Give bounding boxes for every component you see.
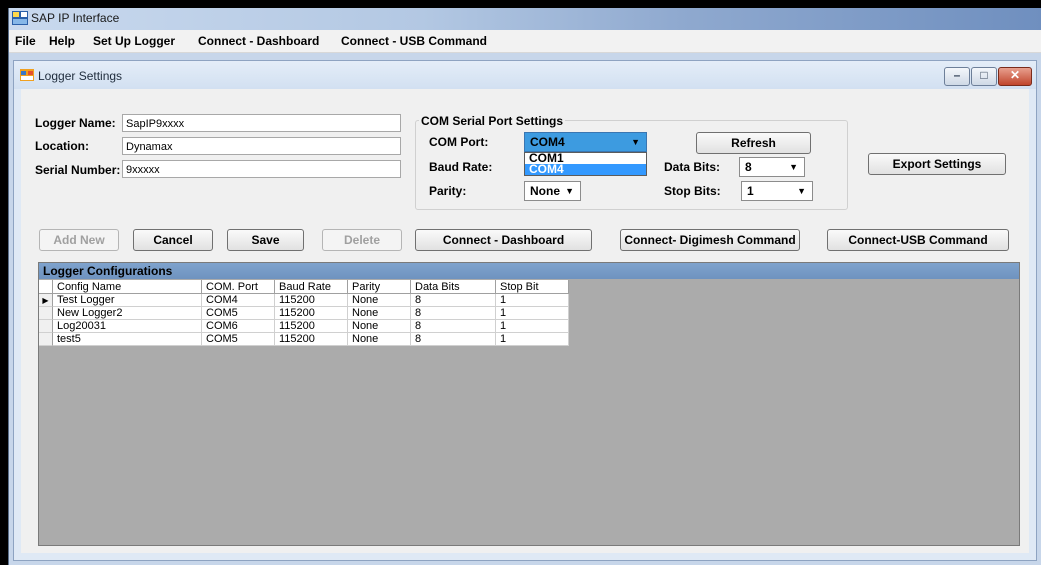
table-cell[interactable]: 115200 (275, 320, 348, 333)
data-bits-select[interactable]: 8 ▼ (739, 157, 805, 177)
maximize-icon: □ (980, 68, 988, 82)
column-header[interactable]: Data Bits (411, 280, 496, 294)
app-window-icon (12, 11, 28, 25)
menu-set-up-logger[interactable]: Set Up Logger (93, 34, 175, 48)
refresh-button[interactable]: Refresh (696, 132, 811, 154)
com-port-option-selected[interactable]: COM4 (525, 163, 646, 175)
table-cell[interactable]: 8 (411, 307, 496, 320)
column-header[interactable]: COM. Port (202, 280, 275, 294)
table-cell[interactable]: None (348, 294, 411, 307)
table-cell[interactable]: New Logger2 (53, 307, 202, 320)
delete-button[interactable]: Delete (322, 229, 402, 251)
table-cell[interactable]: COM5 (202, 307, 275, 320)
menu-connect-dashboard[interactable]: Connect - Dashboard (198, 34, 319, 48)
connect-digimesh-button[interactable]: Connect- Digimesh Command (620, 229, 800, 251)
close-icon: ✕ (1009, 68, 1021, 82)
table-cell[interactable]: test5 (53, 333, 202, 346)
table-cell[interactable]: 115200 (275, 333, 348, 346)
table-cell[interactable]: 8 (411, 294, 496, 307)
cancel-button[interactable]: Cancel (133, 229, 213, 251)
child-window-title: Logger Settings (38, 69, 123, 83)
location-field[interactable]: Dynamax (122, 137, 401, 155)
add-new-button[interactable]: Add New (39, 229, 119, 251)
form-icon (20, 69, 34, 81)
table-cell[interactable]: 1 (496, 294, 569, 307)
data-bits-value: 8 (745, 160, 752, 174)
com-port-dropdown-list: COM1 COM4 (524, 152, 647, 176)
grid-caption: Logger Configurations (39, 263, 1019, 279)
logger-settings-titlebar[interactable]: Logger Settings – □ ✕ (14, 61, 1036, 89)
row-header[interactable] (39, 307, 53, 320)
parity-value: None (530, 184, 560, 198)
logger-name-label: Logger Name: (35, 116, 116, 130)
app-titlebar[interactable]: SAP IP Interface (9, 8, 1041, 30)
menu-file[interactable]: File (15, 34, 36, 48)
column-header[interactable]: Config Name (53, 280, 202, 294)
row-header[interactable] (39, 333, 53, 346)
location-label: Location: (35, 139, 89, 153)
stop-bits-value: 1 (747, 184, 754, 198)
export-settings-button[interactable]: Export Settings (868, 153, 1006, 175)
chevron-down-icon: ▼ (565, 186, 574, 196)
table-cell[interactable]: None (348, 333, 411, 346)
chevron-down-icon: ▼ (631, 137, 640, 147)
table-cell[interactable]: 8 (411, 320, 496, 333)
table-cell[interactable]: 8 (411, 333, 496, 346)
com-port-select[interactable]: COM4 ▼ (524, 132, 647, 152)
menu-connect-usb-command[interactable]: Connect - USB Command (341, 34, 487, 48)
chevron-down-icon: ▼ (789, 162, 798, 172)
com-port-label: COM Port: (429, 135, 489, 149)
row-header[interactable] (39, 320, 53, 333)
table-cell[interactable]: 115200 (275, 294, 348, 307)
table-cell[interactable]: Test Logger (53, 294, 202, 307)
close-button[interactable]: ✕ (998, 67, 1032, 86)
save-button[interactable]: Save (227, 229, 304, 251)
table-cell[interactable]: COM6 (202, 320, 275, 333)
baud-rate-label: Baud Rate: (429, 160, 493, 174)
table-cell[interactable]: Log20031 (53, 320, 202, 333)
table-cell[interactable]: 1 (496, 320, 569, 333)
app-title: SAP IP Interface (31, 11, 120, 25)
table-cell[interactable]: COM4 (202, 294, 275, 307)
data-bits-label: Data Bits: (664, 160, 721, 174)
stop-bits-select[interactable]: 1 ▼ (741, 181, 813, 201)
chevron-down-icon: ▼ (797, 186, 806, 196)
table-cell[interactable]: 1 (496, 307, 569, 320)
minimize-button[interactable]: – (944, 67, 970, 86)
table-cell[interactable]: COM5 (202, 333, 275, 346)
logger-name-field[interactable]: SapIP9xxxx (122, 114, 401, 132)
serial-number-label: Serial Number: (35, 163, 121, 177)
parity-select[interactable]: None ▼ (524, 181, 581, 201)
menu-help[interactable]: Help (49, 34, 75, 48)
table-cell[interactable]: None (348, 320, 411, 333)
grid-corner-header (39, 280, 53, 294)
column-header[interactable]: Baud Rate (275, 280, 348, 294)
maximize-button[interactable]: □ (971, 67, 997, 86)
minimize-icon: – (953, 68, 961, 82)
menu-bar: File Help Set Up Logger Connect - Dashbo… (9, 30, 1041, 53)
com-port-value: COM4 (530, 135, 565, 149)
column-header[interactable]: Parity (348, 280, 411, 294)
table-cell[interactable]: 115200 (275, 307, 348, 320)
com-group-title: COM Serial Port Settings (419, 114, 566, 128)
parity-label: Parity: (429, 184, 467, 198)
connect-dashboard-button[interactable]: Connect - Dashboard (415, 229, 592, 251)
serial-number-field[interactable]: 9xxxxx (122, 160, 401, 178)
column-header[interactable]: Stop Bit (496, 280, 569, 294)
table-cell[interactable]: 1 (496, 333, 569, 346)
logger-configurations-panel: Logger Configurations Config Name COM. P… (38, 262, 1020, 546)
connect-usb-button[interactable]: Connect-USB Command (827, 229, 1009, 251)
table-cell[interactable]: None (348, 307, 411, 320)
stop-bits-label: Stop Bits: (664, 184, 721, 198)
current-row-icon[interactable]: ▶ (39, 294, 53, 307)
